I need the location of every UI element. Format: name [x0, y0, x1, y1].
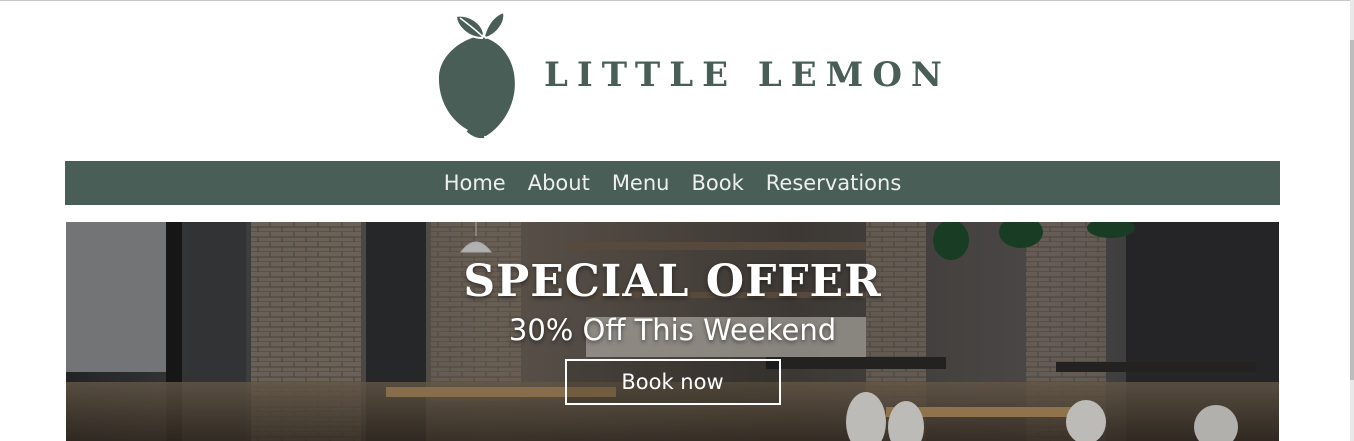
logo[interactable]: LITTLE LEMON	[438, 8, 951, 138]
nav-about[interactable]: About	[528, 171, 590, 195]
site-header: LITTLE LEMON	[0, 0, 1350, 150]
scrollbar-thumb[interactable]	[1350, 40, 1354, 380]
nav-book[interactable]: Book	[691, 171, 743, 195]
hero-banner: SPECIAL OFFER 30% Off This Weekend Book …	[66, 222, 1279, 441]
brand-name: LITTLE LEMON	[544, 55, 952, 95]
nav-reservations[interactable]: Reservations	[766, 171, 902, 195]
hero-title: SPECIAL OFFER	[463, 256, 882, 307]
lemon-icon	[438, 10, 515, 138]
hero-subtitle: 30% Off This Weekend	[508, 313, 837, 347]
main-nav: Home About Menu Book Reservations	[65, 161, 1280, 205]
hero-content: SPECIAL OFFER 30% Off This Weekend Book …	[66, 222, 1279, 441]
book-now-button[interactable]: Book now	[564, 359, 781, 405]
nav-menu[interactable]: Menu	[612, 171, 670, 195]
page-scrollbar[interactable]	[1350, 0, 1354, 441]
nav-home[interactable]: Home	[444, 171, 506, 195]
